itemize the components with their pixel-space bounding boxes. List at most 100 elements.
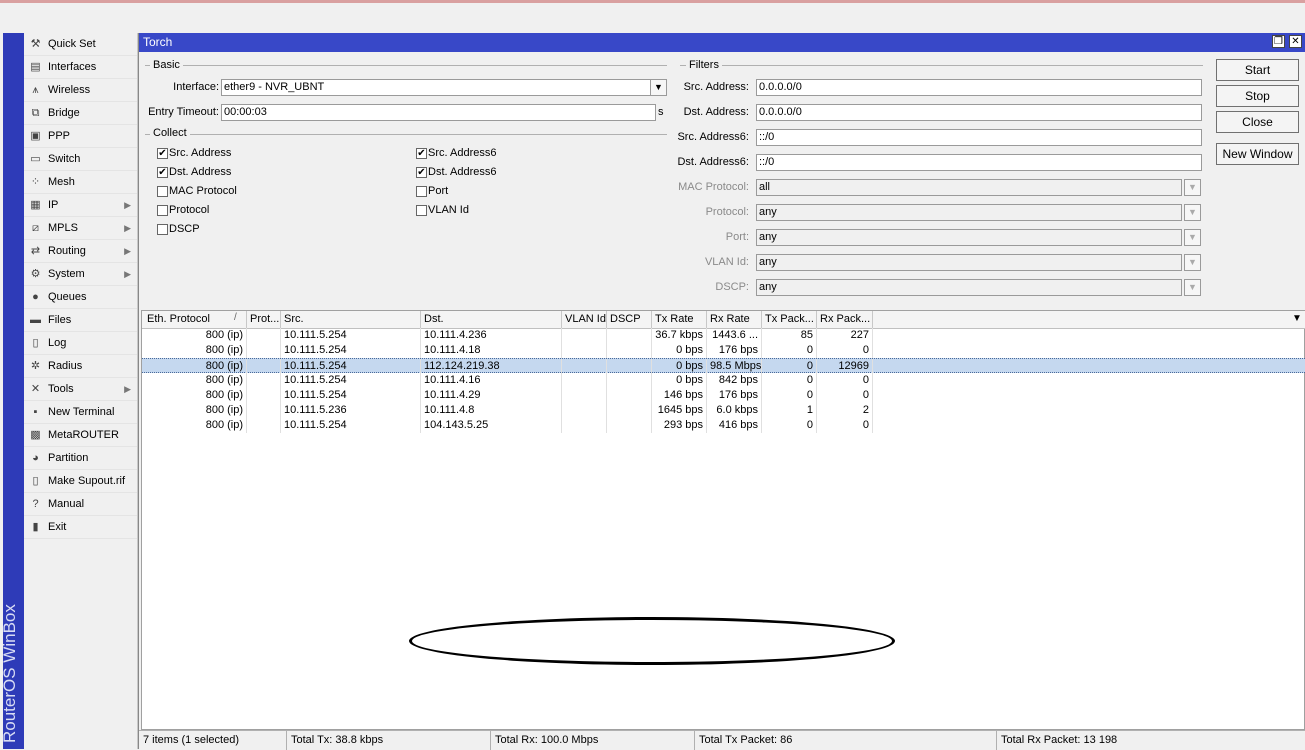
cell-prot xyxy=(247,388,281,403)
filter-field-vlan-id[interactable]: any xyxy=(756,254,1182,271)
checkbox-port[interactable] xyxy=(416,186,427,197)
table-row[interactable]: 800 (ip) 10.111.5.254 10.111.4.29 146 bps 17… xyxy=(142,388,873,403)
sidebar-item-metarouter[interactable]: ▩ MetaROUTER xyxy=(24,424,137,447)
sidebar-item-tools[interactable]: ✕ Tools ▶ xyxy=(24,378,137,401)
sidebar-item-files[interactable]: ▬ Files xyxy=(24,309,137,332)
sidebar-item-mesh[interactable]: ⁘ Mesh xyxy=(24,171,137,194)
cell-eth: 800 (ip) xyxy=(144,403,247,418)
sidebar-item-quick-set[interactable]: ⚒ Quick Set xyxy=(24,33,137,56)
sidebar-item-new-terminal[interactable]: ▪ New Terminal xyxy=(24,401,137,424)
entry-timeout-input[interactable]: 00:00:03 xyxy=(221,104,656,121)
table-row[interactable]: 800 (ip) 10.111.5.236 10.111.4.8 1645 bps 6.… xyxy=(142,403,873,418)
checkbox-dscp[interactable] xyxy=(157,224,168,235)
filter-dropdown-icon[interactable]: ▼ xyxy=(1184,229,1201,246)
checkbox-vlan-id[interactable] xyxy=(416,205,427,216)
table-row[interactable]: 800 (ip) 10.111.5.254 10.111.4.18 0 bps 176 … xyxy=(142,343,873,358)
ip-icon: ▦ xyxy=(30,199,41,211)
sidebar-item-mpls[interactable]: ⧄ MPLS ▶ xyxy=(24,217,137,240)
filter-field-port[interactable]: any xyxy=(756,229,1182,246)
filter-field-src-address[interactable]: 0.0.0.0/0 xyxy=(756,79,1202,96)
cell-src: 10.111.5.254 xyxy=(281,328,421,343)
column-header-rx-pack[interactable]: Rx Pack... xyxy=(817,311,873,328)
sidebar-item-wireless[interactable]: ⩚ Wireless xyxy=(24,79,137,102)
column-header-eth-protocol[interactable]: Eth. Protocol xyxy=(144,311,247,328)
filter-field-src-address6[interactable]: ::/0 xyxy=(756,129,1202,146)
checkbox-src-address6[interactable]: ✔ xyxy=(416,148,427,159)
sort-indicator-icon: / xyxy=(234,312,237,323)
restore-window-icon[interactable]: ❐ xyxy=(1272,35,1285,48)
sidebar-item-log[interactable]: ▯ Log xyxy=(24,332,137,355)
checkbox-label-dst-address: Dst. Address xyxy=(169,166,232,178)
column-header-dscp[interactable]: DSCP xyxy=(607,311,652,328)
column-header-tx-pack[interactable]: Tx Pack... xyxy=(762,311,817,328)
sidebar-item-ppp[interactable]: ▣ PPP xyxy=(24,125,137,148)
checkbox-src-address[interactable]: ✔ xyxy=(157,148,168,159)
filter-field-dst-address6[interactable]: ::/0 xyxy=(756,154,1202,171)
close-window-icon[interactable]: ✕ xyxy=(1289,35,1302,48)
sidebar-item-label: System xyxy=(48,268,85,280)
checkbox-dst-address[interactable]: ✔ xyxy=(157,167,168,178)
cell-dst: 10.111.4.236 xyxy=(421,328,562,343)
column-header-dst[interactable]: Dst. xyxy=(421,311,562,328)
sidebar-item-manual[interactable]: ? Manual xyxy=(24,493,137,516)
column-header-src[interactable]: Src. xyxy=(281,311,421,328)
interface-dropdown-icon[interactable]: ▼ xyxy=(650,79,667,96)
cell-src: 10.111.5.254 xyxy=(281,343,421,358)
cell-vlan xyxy=(562,373,607,388)
filter-field-mac-protocol[interactable]: all xyxy=(756,179,1182,196)
sidebar-item-switch[interactable]: ▭ Switch xyxy=(24,148,137,171)
interface-select[interactable]: ether9 - NVR_UBNT xyxy=(221,79,653,96)
checkbox-mac-protocol[interactable] xyxy=(157,186,168,197)
filter-field-dst-address[interactable]: 0.0.0.0/0 xyxy=(756,104,1202,121)
filter-dropdown-icon[interactable]: ▼ xyxy=(1184,254,1201,271)
checkbox-dst-address6[interactable]: ✔ xyxy=(416,167,427,178)
start-button[interactable]: Start xyxy=(1216,59,1299,81)
sidebar-item-exit[interactable]: ▮ Exit xyxy=(24,516,137,539)
sidebar-item-ip[interactable]: ▦ IP ▶ xyxy=(24,194,137,217)
sidebar-item-make-supout-rif[interactable]: ▯ Make Supout.rif xyxy=(24,470,137,493)
sidebar-item-label: Mesh xyxy=(48,176,75,188)
sidebar-item-label: Wireless xyxy=(48,84,91,96)
torch-table: Eth. Protocol Prot... Src. Dst. VLAN Id DSCP T… xyxy=(141,310,1305,730)
sidebar-item-label: PPP xyxy=(48,130,71,142)
sidebar-item-queues[interactable]: ● Queues xyxy=(24,286,137,309)
column-header-tx-rate[interactable]: Tx Rate xyxy=(652,311,707,328)
cell-dscp xyxy=(607,359,652,374)
cell-rxp: 0 xyxy=(817,373,873,388)
cell-vlan xyxy=(562,418,607,433)
column-header-prot[interactable]: Prot... xyxy=(247,311,281,328)
terminal-icon: ▪ xyxy=(33,406,38,418)
sidebar-item-label: MPLS xyxy=(48,222,78,234)
submenu-arrow-icon: ▶ xyxy=(124,200,131,210)
sidebar-item-routing[interactable]: ⇄ Routing ▶ xyxy=(24,240,137,263)
table-row[interactable]: 800 (ip) 10.111.5.254 10.111.4.16 0 bps 842 … xyxy=(142,373,873,388)
filter-label-vlan-id: VLAN Id: xyxy=(704,256,749,268)
sidebar-item-system[interactable]: ⚙ System ▶ xyxy=(24,263,137,286)
sidebar-item-bridge[interactable]: ⧉ Bridge xyxy=(24,102,137,125)
submenu-arrow-icon: ▶ xyxy=(124,223,131,233)
column-header-vlan-id[interactable]: VLAN Id xyxy=(562,311,607,328)
filter-field-protocol[interactable]: any xyxy=(756,204,1182,221)
sidebar-item-interfaces[interactable]: ▤ Interfaces xyxy=(24,56,137,79)
submenu-arrow-icon: ▶ xyxy=(124,269,131,279)
cell-tx: 1645 bps xyxy=(652,403,707,418)
checkbox-protocol[interactable] xyxy=(157,205,168,216)
table-row[interactable]: 800 (ip) 10.111.5.254 10.111.4.236 36.7 kbp… xyxy=(142,328,873,343)
cell-txp: 0 xyxy=(762,418,817,433)
filter-dropdown-icon[interactable]: ▼ xyxy=(1184,179,1201,196)
filter-field-dscp[interactable]: any xyxy=(756,279,1182,296)
filter-dropdown-icon[interactable]: ▼ xyxy=(1184,204,1201,221)
column-header-rx-rate[interactable]: Rx Rate xyxy=(707,311,762,328)
sidebar-item-label: Files xyxy=(48,314,72,326)
column-menu-icon[interactable]: ▼ xyxy=(1292,313,1302,324)
close-button[interactable]: Close xyxy=(1216,111,1299,133)
cell-tx: 0 bps xyxy=(652,343,707,358)
filter-label-src-address: Src. Address: xyxy=(683,81,749,93)
table-row[interactable]: 800 (ip) 10.111.5.254 112.124.219.38 0 bps 9… xyxy=(142,358,1305,374)
sidebar-item-radius[interactable]: ✲ Radius xyxy=(24,355,137,378)
sidebar-item-partition[interactable]: ◕ Partition xyxy=(24,447,137,470)
stop-button[interactable]: Stop xyxy=(1216,85,1299,107)
filter-dropdown-icon[interactable]: ▼ xyxy=(1184,279,1201,296)
new-window-button[interactable]: New Window xyxy=(1216,143,1299,165)
table-row[interactable]: 800 (ip) 10.111.5.254 104.143.5.25 293 bps 4… xyxy=(142,418,873,433)
